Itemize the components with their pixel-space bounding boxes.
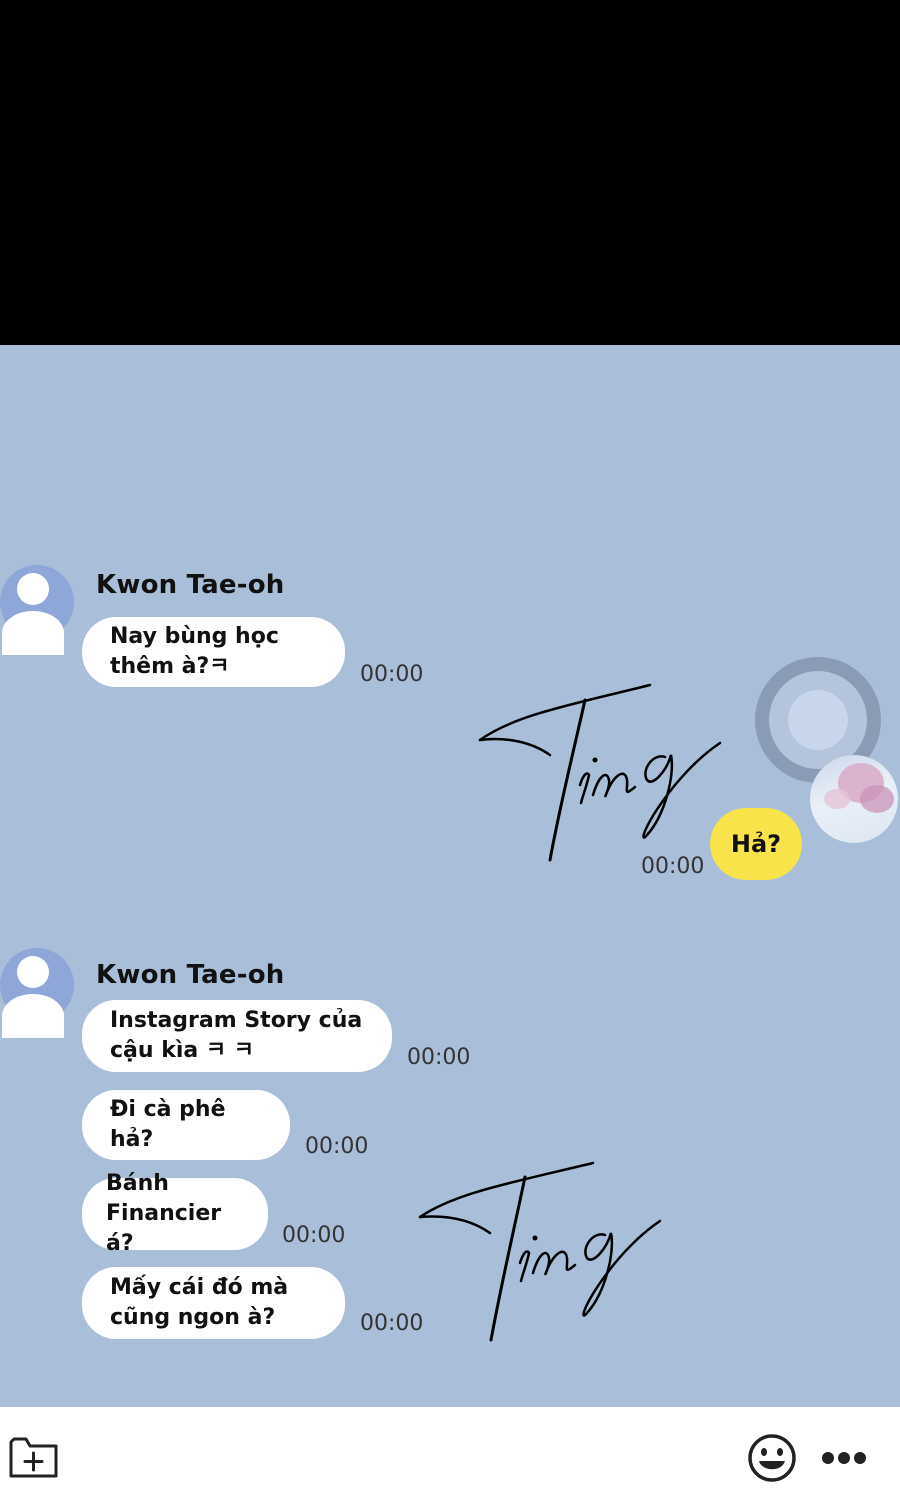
- add-folder-icon[interactable]: [8, 1434, 60, 1480]
- message-time: 00:00: [407, 1045, 471, 1070]
- top-black-area: [0, 0, 900, 345]
- sender-name: Kwon Tae-oh: [96, 960, 285, 990]
- sfx-ting: [415, 1155, 675, 1350]
- message-text: thêm à?ㅋ: [110, 654, 230, 679]
- message-bubble[interactable]: Mấy cái đó mà cũng ngon à?: [82, 1267, 345, 1339]
- avatar-blossom: [860, 785, 894, 813]
- message-text: cậu kìa ㅋ ㅋ: [110, 1038, 255, 1063]
- more-icon[interactable]: [820, 1448, 868, 1468]
- message-time: 00:00: [641, 854, 705, 879]
- message-text: Hả?: [730, 830, 782, 858]
- message-text: Đi cà phê hả?: [110, 1097, 226, 1152]
- message-time: 00:00: [360, 662, 424, 687]
- avatar-blossom: [824, 789, 850, 809]
- ring-core: [788, 690, 848, 750]
- message-text: Instagram Story của: [110, 1008, 363, 1033]
- sender-avatar[interactable]: [0, 565, 74, 655]
- message-bubble[interactable]: Đi cà phê hả?: [82, 1090, 290, 1160]
- message-time: 00:00: [282, 1223, 346, 1248]
- avatar-head: [17, 956, 49, 988]
- message-text: cũng ngon à?: [110, 1305, 276, 1330]
- avatar-head: [17, 573, 49, 605]
- my-avatar[interactable]: [810, 755, 898, 843]
- avatar-shoulders: [2, 611, 64, 655]
- ting-script-graphic: [418, 1161, 662, 1342]
- message-bubble[interactable]: Bánh Financier á?: [82, 1171, 268, 1256]
- sender-avatar[interactable]: [0, 948, 74, 1038]
- message-time: 00:00: [305, 1134, 369, 1159]
- message-text: Nay bùng học: [110, 624, 279, 649]
- message-time: 00:00: [360, 1311, 424, 1336]
- sfx-ting: [475, 675, 735, 870]
- message-bubble[interactable]: Nay bùng học thêm à?ㅋ: [82, 617, 345, 687]
- sender-name: Kwon Tae-oh: [96, 570, 285, 600]
- message-text: Mấy cái đó mà: [110, 1275, 289, 1300]
- avatar-shoulders: [2, 994, 64, 1038]
- message-bubble[interactable]: Instagram Story của cậu kìa ㅋ ㅋ: [82, 1000, 392, 1072]
- my-message-bubble[interactable]: Hả?: [710, 808, 802, 880]
- emoji-icon[interactable]: [746, 1432, 798, 1484]
- message-text: Bánh: [106, 1171, 169, 1196]
- message-text: Financier á?: [106, 1201, 222, 1256]
- ting-script-graphic: [478, 683, 722, 862]
